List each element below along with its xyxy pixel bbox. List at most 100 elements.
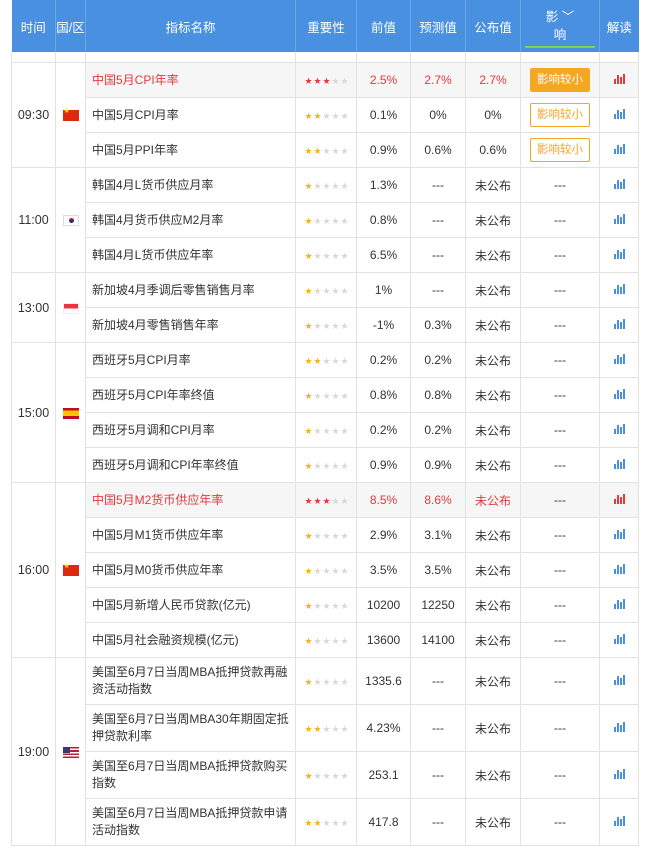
value-actual: 未公布 xyxy=(465,447,521,483)
interpret-cell[interactable] xyxy=(599,167,639,203)
star-icon: ★ xyxy=(331,818,339,828)
interpret-cell[interactable] xyxy=(599,377,639,413)
interpret-cell[interactable] xyxy=(599,587,639,623)
indicator-name[interactable]: 中国5月M1货币供应年率 xyxy=(85,517,296,553)
indicator-name[interactable]: 中国5月PPI年率 xyxy=(85,132,296,168)
indicator-name[interactable]: 韩国4月L货币供应月率 xyxy=(85,167,296,203)
bar-chart-icon[interactable] xyxy=(613,319,625,329)
value-prev: 0.9% xyxy=(356,447,411,483)
value-prev: 1335.6 xyxy=(356,657,411,705)
star-icon: ★ xyxy=(331,286,339,296)
bar-chart-icon[interactable] xyxy=(613,564,625,574)
indicator-name[interactable]: 西班牙5月调和CPI年率终值 xyxy=(85,447,296,483)
star-icon: ★ xyxy=(304,601,312,611)
bar-chart-icon[interactable] xyxy=(613,424,625,434)
impact-cell: --- xyxy=(520,237,600,273)
star-icon: ★ xyxy=(340,601,348,611)
bar-chart-icon[interactable] xyxy=(613,109,625,119)
indicator-name[interactable]: 美国至6月7日当周MBA30年期固定抵押贷款利率 xyxy=(85,704,296,752)
star-icon: ★ xyxy=(340,181,348,191)
interpret-cell[interactable] xyxy=(599,307,639,343)
interpret-cell[interactable] xyxy=(599,97,639,133)
header-indicator-name: 指标名称 xyxy=(85,0,296,52)
indicator-name[interactable]: 新加坡4月零售销售年率 xyxy=(85,307,296,343)
bar-chart-icon[interactable] xyxy=(613,599,625,609)
value-prev: 10200 xyxy=(356,587,411,623)
bar-chart-icon[interactable] xyxy=(613,144,625,154)
indicator-name[interactable]: 西班牙5月CPI月率 xyxy=(85,342,296,378)
interpret-cell[interactable] xyxy=(599,517,639,553)
value-prev: 6.5% xyxy=(356,237,411,273)
bar-chart-icon[interactable] xyxy=(613,249,625,259)
event-time: 15:00 xyxy=(11,342,56,483)
indicator-name[interactable]: 中国5月M2货币供应年率 xyxy=(85,482,296,518)
star-icon: ★ xyxy=(322,391,330,401)
table-row: 19:00 美国至6月7日当周MBA抵押贷款再融资活动指数 ★ ★ ★ ★ ★ 1335.6-… xyxy=(11,657,639,846)
bar-chart-icon[interactable] xyxy=(613,214,625,224)
rating-stars: ★ ★ ★ ★ ★ xyxy=(304,426,348,437)
indicator-name[interactable]: 中国5月社会融资规模(亿元) xyxy=(85,622,296,658)
interpret-cell[interactable] xyxy=(599,482,639,518)
bar-chart-icon[interactable] xyxy=(613,634,625,644)
indicator-name[interactable]: 美国至6月7日当周MBA抵押贷款再融资活动指数 xyxy=(85,657,296,705)
star-icon: ★ xyxy=(340,636,348,646)
bar-chart-icon[interactable] xyxy=(613,675,625,685)
indicator-name[interactable]: 韩国4月货币供应M2月率 xyxy=(85,202,296,238)
interpret-cell[interactable] xyxy=(599,704,639,752)
indicator-name[interactable]: 中国5月新增人民币贷款(亿元) xyxy=(85,587,296,623)
bar-chart-icon[interactable] xyxy=(613,494,625,504)
bar-chart-icon[interactable] xyxy=(613,459,625,469)
header-impact[interactable]: 影 ﹀ 响 xyxy=(520,0,600,52)
value-prev: 253.1 xyxy=(356,751,411,799)
indicator-name[interactable]: 韩国4月L货币供应年率 xyxy=(85,237,296,273)
indicator-name[interactable]: 中国5月CPI年率 xyxy=(85,62,296,98)
indicator-name[interactable]: 西班牙5月CPI年率终值 xyxy=(85,377,296,413)
star-icon: ★ xyxy=(313,111,321,121)
star-icon: ★ xyxy=(313,146,321,156)
interpret-cell[interactable] xyxy=(599,622,639,658)
header-time: 时间 xyxy=(11,0,56,52)
interpret-cell[interactable] xyxy=(599,132,639,168)
interpret-cell[interactable] xyxy=(599,447,639,483)
bar-chart-icon[interactable] xyxy=(613,389,625,399)
value-prev: 2.5% xyxy=(356,62,411,98)
interpret-cell[interactable] xyxy=(599,657,639,705)
rating-stars: ★ ★ ★ ★ ★ xyxy=(304,677,348,688)
importance-stars: ★ ★ ★ ★ ★ xyxy=(295,657,357,705)
star-icon: ★ xyxy=(304,181,312,191)
table-row: 中国5月M1货币供应年率 ★ ★ ★ ★ ★ 2.9% 3.1% 未公布 --- xyxy=(12,517,639,553)
impact-button[interactable]: 影响较小 xyxy=(530,68,590,92)
bar-chart-icon[interactable] xyxy=(613,529,625,539)
star-icon: ★ xyxy=(322,111,330,121)
bar-chart-icon[interactable] xyxy=(613,722,625,732)
indicator-name[interactable]: 美国至6月7日当周MBA抵押贷款购买指数 xyxy=(85,751,296,799)
indicator-name[interactable]: 新加坡4月季调后零售销售月率 xyxy=(85,272,296,308)
interpret-cell[interactable] xyxy=(599,798,639,846)
bar-chart-icon[interactable] xyxy=(613,179,625,189)
bar-chart-icon[interactable] xyxy=(613,816,625,826)
impact-header-dropdown[interactable]: 影 ﹀ 响 xyxy=(525,4,595,48)
indicator-name[interactable]: 中国5月CPI月率 xyxy=(85,97,296,133)
indicator-name[interactable]: 中国5月M0货币供应年率 xyxy=(85,552,296,588)
impact-button[interactable]: 影响较小 xyxy=(530,138,590,162)
interpret-cell[interactable] xyxy=(599,342,639,378)
impact-button[interactable]: 影响较小 xyxy=(530,103,590,127)
indicator-name[interactable]: 西班牙5月调和CPI月率 xyxy=(85,412,296,448)
rating-stars: ★ ★ ★ ★ ★ xyxy=(304,531,348,542)
indicator-name[interactable]: 美国至6月7日当周MBA抵押贷款申请活动指数 xyxy=(85,798,296,846)
bar-chart-icon[interactable] xyxy=(613,354,625,364)
star-icon: ★ xyxy=(331,216,339,226)
impact-cell: --- xyxy=(520,167,600,203)
interpret-cell[interactable] xyxy=(599,237,639,273)
interpret-cell[interactable] xyxy=(599,552,639,588)
interpret-cell[interactable] xyxy=(599,62,639,98)
star-icon: ★ xyxy=(313,356,321,366)
importance-stars: ★ ★ ★ ★ ★ xyxy=(295,798,357,846)
interpret-cell[interactable] xyxy=(599,202,639,238)
interpret-cell[interactable] xyxy=(599,751,639,799)
bar-chart-icon[interactable] xyxy=(613,284,625,294)
bar-chart-icon[interactable] xyxy=(613,74,625,84)
bar-chart-icon[interactable] xyxy=(613,769,625,779)
interpret-cell[interactable] xyxy=(599,412,639,448)
interpret-cell[interactable] xyxy=(599,272,639,308)
